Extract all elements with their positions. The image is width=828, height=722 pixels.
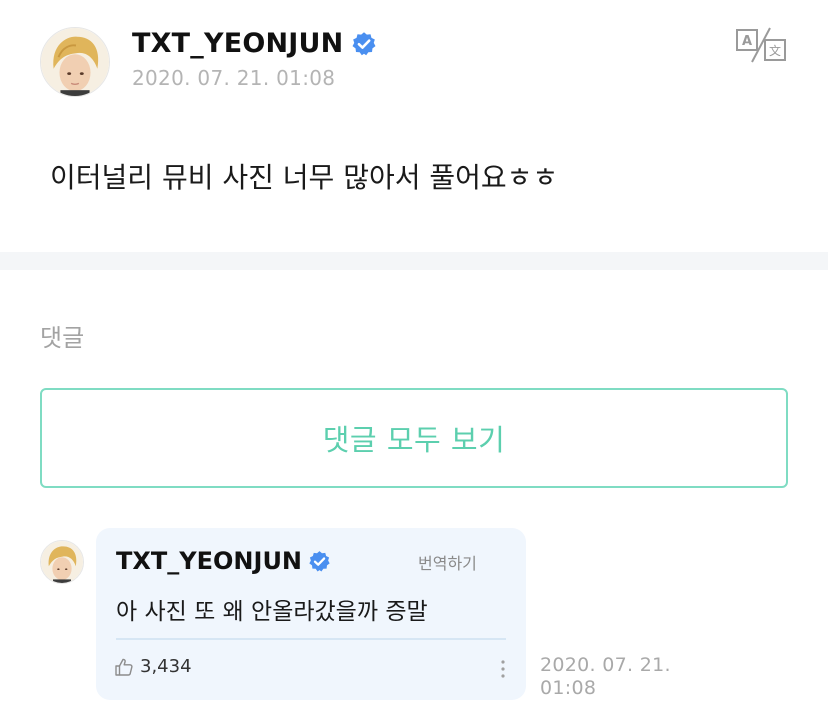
translate-icon: A 文 [736, 27, 786, 63]
more-vertical-icon [501, 660, 505, 678]
svg-text:A: A [742, 34, 752, 49]
more-options-button[interactable] [492, 657, 514, 681]
comment-date-line1: 2020. 07. 21. [540, 654, 671, 676]
avatar-image [41, 541, 83, 583]
svg-text:文: 文 [769, 43, 781, 58]
verified-badge-icon [308, 550, 331, 573]
verified-badge-icon [351, 31, 377, 57]
comment-translate-link[interactable]: 번역하기 [418, 550, 477, 574]
comment-text: 아 사진 또 왜 안올라갔을까 증말 [116, 599, 428, 625]
like-button[interactable]: 3,434 [114, 656, 192, 677]
view-all-comments-button[interactable]: 댓글 모두 보기 [40, 388, 788, 488]
thumbs-up-icon [114, 657, 134, 677]
avatar-image [41, 28, 109, 96]
comment-date: 2020. 07. 21. 01:08 [540, 654, 690, 700]
author-avatar[interactable] [40, 27, 110, 97]
view-all-comments-label: 댓글 모두 보기 [322, 423, 506, 457]
post-author-name[interactable]: TXT_YEONJUN [132, 28, 377, 59]
post-body-text: 이터널리 뮤비 사진 너무 많아서 풀어요ㅎㅎ [50, 161, 559, 194]
comment-author-avatar[interactable] [40, 540, 84, 584]
post-author-label: TXT_YEONJUN [132, 28, 344, 59]
comments-section-title: 댓글 [40, 324, 85, 352]
comment-date-line2: 01:08 [540, 677, 597, 699]
section-divider [0, 252, 828, 270]
comment-author-name[interactable]: TXT_YEONJUN [116, 547, 331, 575]
comment-separator [116, 638, 506, 640]
comment-author-label: TXT_YEONJUN [116, 547, 303, 575]
translate-button[interactable]: A 文 [732, 24, 788, 66]
like-count: 3,434 [140, 656, 192, 677]
post-date: 2020. 07. 21. 01:08 [132, 66, 336, 90]
